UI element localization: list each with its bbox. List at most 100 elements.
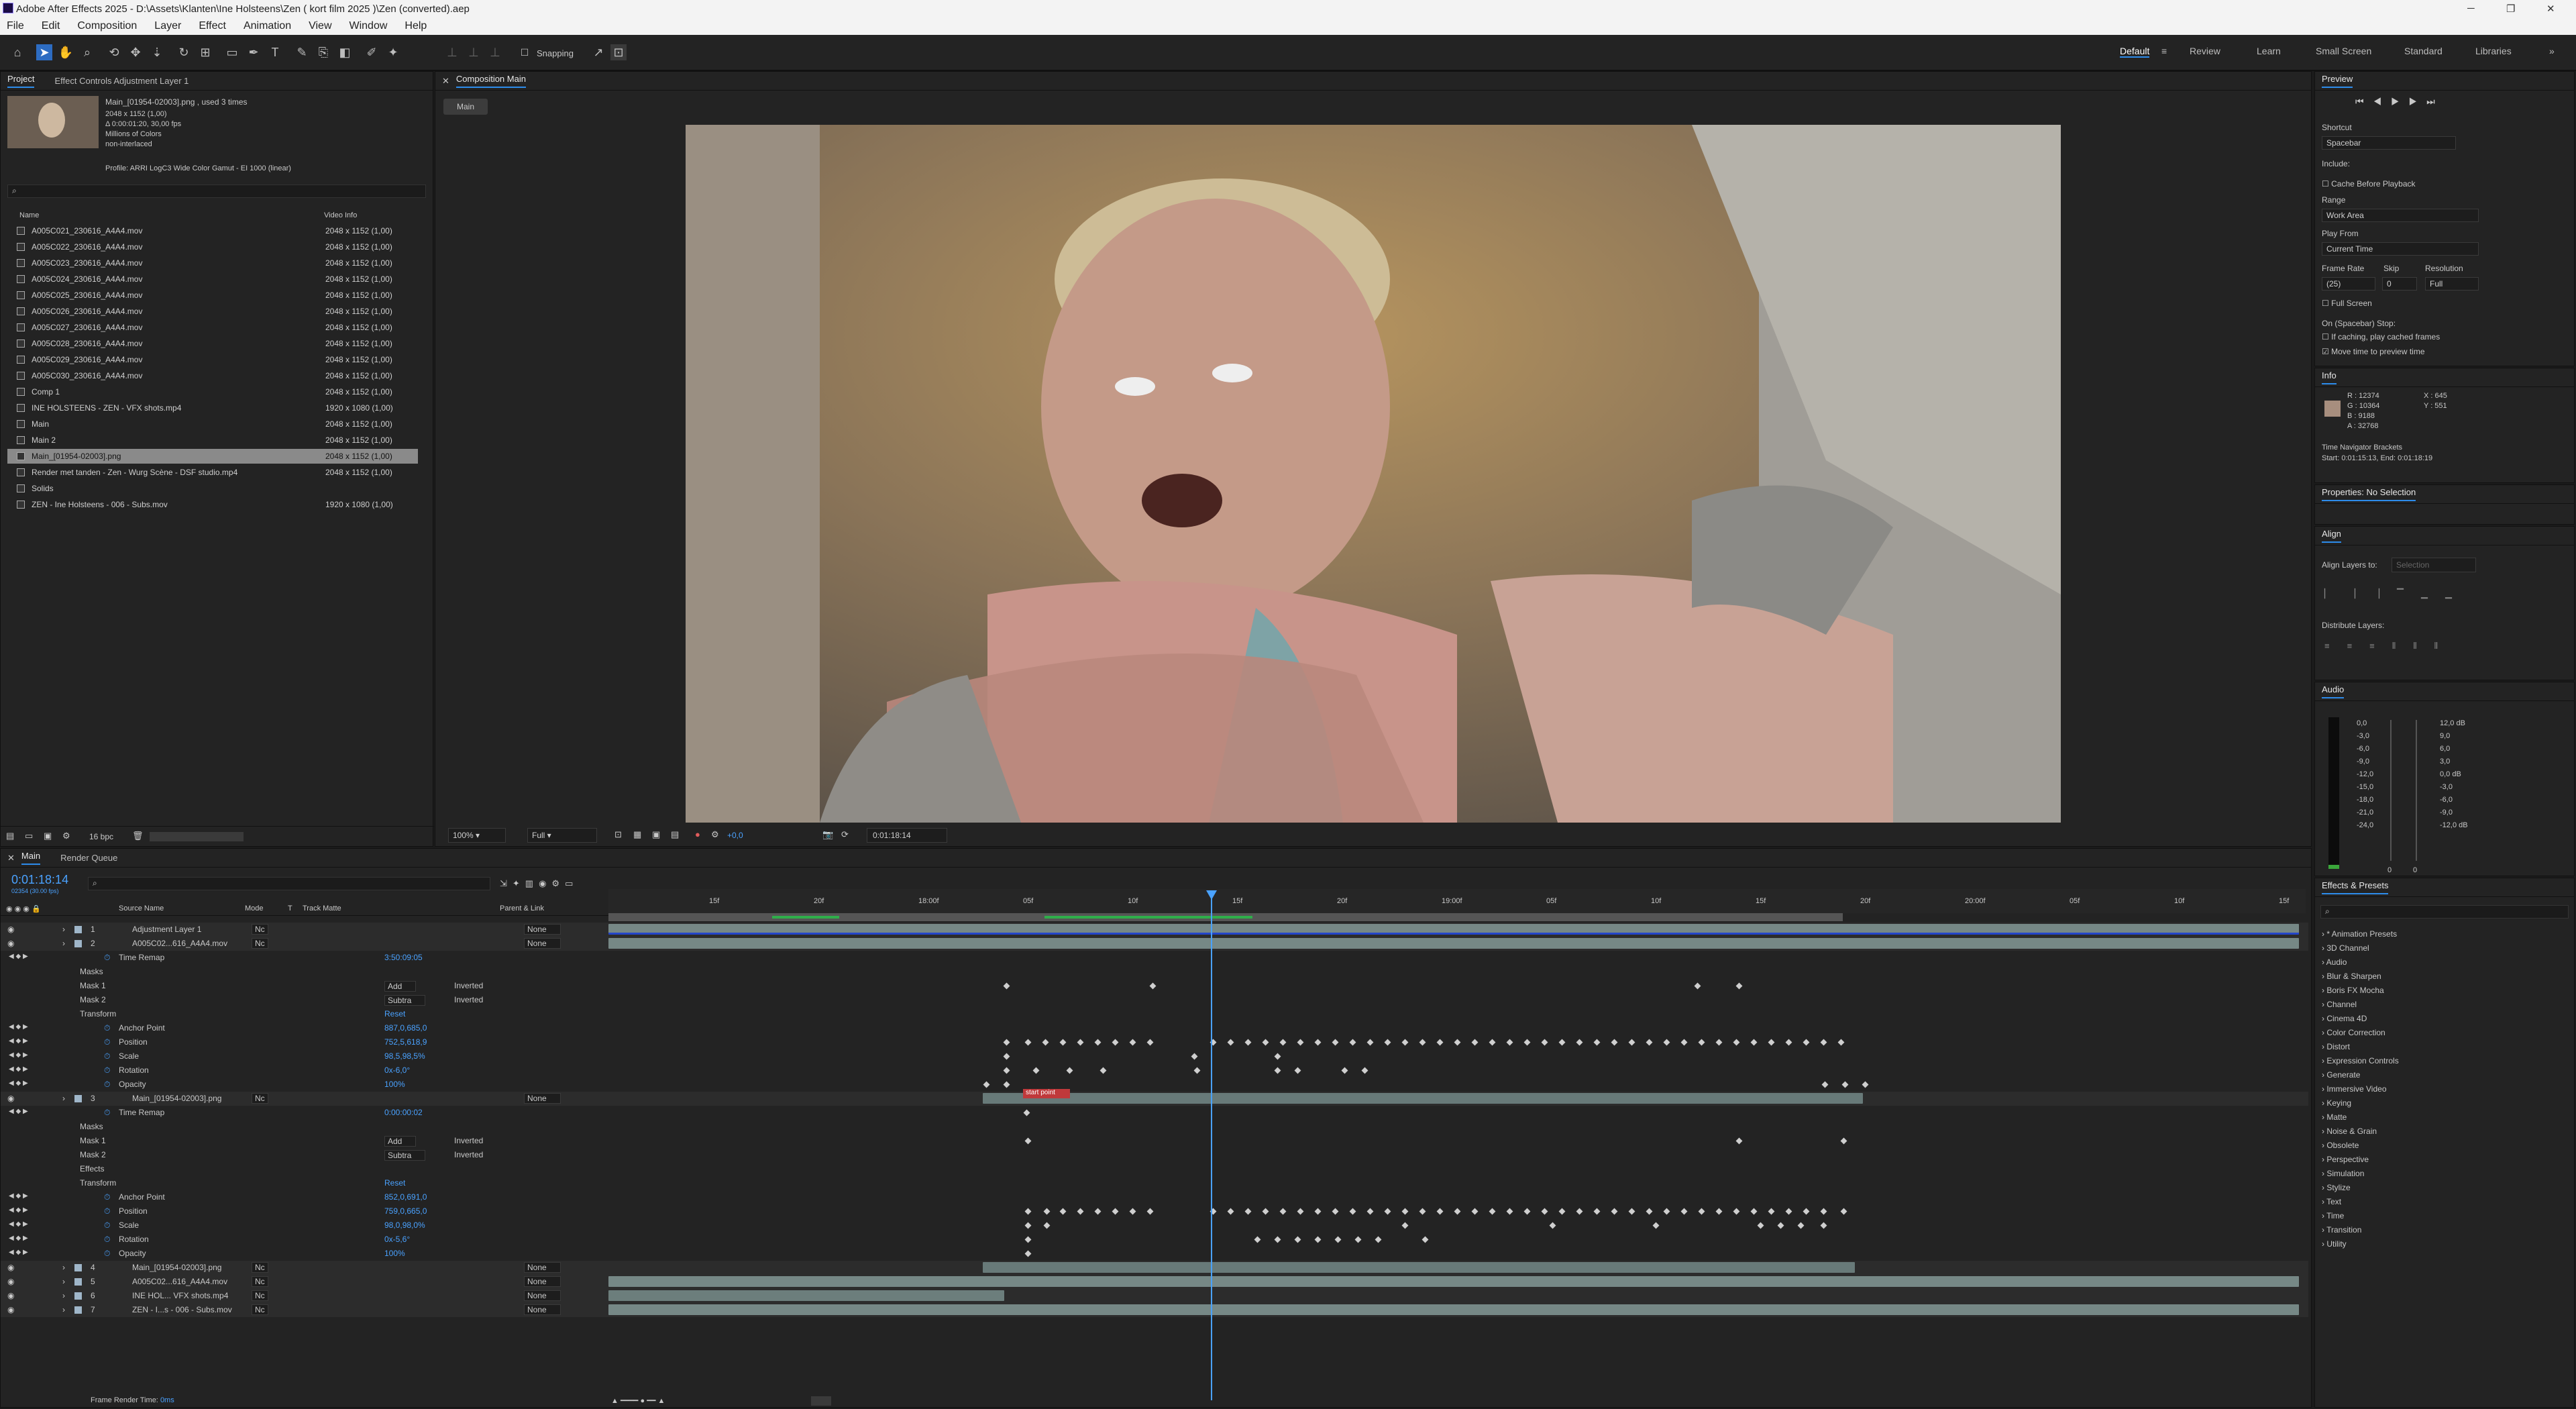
- parent-dropdown[interactable]: None: [524, 1093, 561, 1104]
- visibility-eye-icon[interactable]: ◉: [7, 1305, 14, 1314]
- shortcut-dropdown[interactable]: Spacebar: [2322, 136, 2456, 150]
- layer-mode-dropdown[interactable]: Nc: [252, 1276, 268, 1287]
- stopwatch-icon[interactable]: ⏱: [104, 1220, 110, 1231]
- effect-category[interactable]: › Utility: [2322, 1239, 2347, 1249]
- layer-duration-bar[interactable]: [608, 1276, 2299, 1287]
- snapping-checkbox[interactable]: ☐: [517, 44, 533, 60]
- dolly-tool-icon[interactable]: ⇣: [149, 44, 165, 60]
- stopwatch-icon[interactable]: ⏱: [104, 953, 110, 963]
- layer-duration-bar[interactable]: [608, 1290, 1004, 1301]
- stopwatch-icon[interactable]: ⏱: [104, 1023, 110, 1033]
- orbit-tool-icon[interactable]: ⟲: [106, 44, 122, 60]
- expand-chevron-icon[interactable]: ›: [62, 1305, 65, 1314]
- workspace-learn[interactable]: Learn: [2257, 46, 2281, 56]
- keyframe-nav-icon[interactable]: ◀ ◆ ▶: [9, 1108, 28, 1115]
- thumbnail-slider[interactable]: [150, 832, 244, 841]
- label-color-swatch[interactable]: [74, 1278, 82, 1286]
- menu-animation[interactable]: Animation: [244, 20, 291, 32]
- start-point-marker[interactable]: start point: [1023, 1089, 1070, 1098]
- property-value[interactable]: Reset: [384, 1178, 405, 1188]
- effect-category[interactable]: › Noise & Grain: [2322, 1127, 2377, 1136]
- anchor-tool-icon[interactable]: ⊞: [197, 44, 213, 60]
- layer-mode-dropdown[interactable]: Nc: [252, 924, 268, 935]
- property-row[interactable]: ◀ ◆ ▶ ⏱ Opacity 100%: [1, 1078, 2308, 1092]
- property-row[interactable]: Mask 2 Subtra Inverted: [1, 1148, 2308, 1162]
- mask-visibility-icon[interactable]: ▣: [652, 829, 660, 840]
- interpret-footage-icon[interactable]: ▤: [6, 831, 14, 841]
- tab-project[interactable]: Project: [7, 74, 35, 88]
- close-timeline-icon[interactable]: ✕: [7, 853, 15, 864]
- stopwatch-icon[interactable]: ⏱: [104, 1080, 110, 1090]
- label-color-swatch[interactable]: [74, 926, 82, 933]
- property-row[interactable]: ◀ ◆ ▶ ⏱ Time Remap 0:00:00:02: [1, 1106, 2308, 1120]
- expand-chevron-icon[interactable]: ›: [62, 1277, 65, 1286]
- property-value[interactable]: 852,0,691,0: [384, 1192, 427, 1202]
- col-source-name[interactable]: Source Name: [119, 904, 164, 912]
- effect-category[interactable]: › Cinema 4D: [2322, 1014, 2367, 1023]
- label-color-swatch[interactable]: [74, 1264, 82, 1271]
- stopwatch-icon[interactable]: ⏱: [104, 1249, 110, 1259]
- effect-category[interactable]: › Color Correction: [2322, 1028, 2385, 1037]
- property-value[interactable]: 98,0,98,0%: [384, 1220, 425, 1230]
- cache-checkbox[interactable]: ☐: [2322, 179, 2329, 189]
- effect-category[interactable]: › Obsolete: [2322, 1141, 2359, 1150]
- effect-category[interactable]: › Time: [2322, 1211, 2344, 1220]
- layer-duration-bar[interactable]: [608, 938, 2299, 949]
- project-item[interactable]: Main_[01954-02003].png 2048 x 1152 (1,00): [7, 449, 418, 464]
- type-tool-icon[interactable]: T: [267, 44, 283, 60]
- expand-chevron-icon[interactable]: ›: [62, 939, 65, 948]
- stopwatch-icon[interactable]: ⏱: [104, 1206, 110, 1216]
- close-tab-icon[interactable]: ✕: [442, 76, 449, 87]
- current-time-display[interactable]: 0:01:18:14: [867, 828, 947, 843]
- first-frame-icon[interactable]: ⏮: [2355, 96, 2373, 107]
- property-row[interactable]: ◀ ◆ ▶ ⏱ Rotation 0x-6,0°: [1, 1063, 2308, 1078]
- bit-depth[interactable]: 16 bpc: [89, 832, 113, 841]
- axis-icon[interactable]: ⊥: [444, 44, 460, 60]
- property-row[interactable]: Mask 1 Add Inverted: [1, 1134, 2308, 1148]
- parent-dropdown[interactable]: None: [524, 1304, 561, 1315]
- keyframe-nav-icon[interactable]: ◀ ◆ ▶: [9, 1235, 28, 1242]
- comp-breadcrumb[interactable]: Main: [443, 99, 488, 115]
- visibility-eye-icon[interactable]: ◉: [7, 1094, 14, 1103]
- property-row[interactable]: ◀ ◆ ▶ ⏱ Opacity 100%: [1, 1247, 2308, 1261]
- selection-tool-icon[interactable]: ➤: [36, 44, 52, 60]
- label-color-swatch[interactable]: [74, 1292, 82, 1300]
- keyframe-nav-icon[interactable]: ◀ ◆ ▶: [9, 1206, 28, 1214]
- skip-dropdown[interactable]: 0: [2382, 277, 2417, 291]
- project-item[interactable]: Solids: [7, 481, 418, 496]
- menu-layer[interactable]: Layer: [154, 20, 181, 32]
- label-color-swatch[interactable]: [74, 1095, 82, 1102]
- project-item[interactable]: ZEN - Ine Holsteens - 006 - Subs.mov 1920…: [7, 497, 418, 512]
- property-row[interactable]: ◀ ◆ ▶ ⏱ Rotation 0x-5,6°: [1, 1233, 2308, 1247]
- keyframe-nav-icon[interactable]: ◀ ◆ ▶: [9, 1037, 28, 1045]
- pen-tool-icon[interactable]: ✒: [246, 44, 262, 60]
- menu-view[interactable]: View: [309, 20, 331, 32]
- zoom-tool-icon[interactable]: ⌕: [79, 44, 95, 60]
- layer-mode-dropdown[interactable]: Nc: [252, 1290, 268, 1301]
- property-value[interactable]: Reset: [384, 1009, 405, 1019]
- layer-mode-dropdown[interactable]: Nc: [252, 1093, 268, 1104]
- workspace-default[interactable]: Default: [2120, 46, 2150, 58]
- property-value[interactable]: 100%: [384, 1249, 405, 1258]
- visibility-eye-icon[interactable]: ◉: [7, 939, 14, 948]
- menu-effect[interactable]: Effect: [199, 20, 226, 32]
- playfrom-dropdown[interactable]: Current Time: [2322, 242, 2479, 256]
- property-value[interactable]: 759,0,665,0: [384, 1206, 427, 1216]
- pan-tool-icon[interactable]: ✥: [127, 44, 144, 60]
- align-buttons[interactable]: ▏▕▕▔▁▁: [2324, 588, 2469, 599]
- stopwatch-icon[interactable]: ⏱: [104, 1192, 110, 1202]
- col-t[interactable]: T: [288, 904, 292, 912]
- region-of-interest-icon[interactable]: ⊡: [614, 829, 622, 840]
- col-track-matte[interactable]: Track Matte: [303, 904, 341, 912]
- roto-brush-icon[interactable]: ✐: [364, 44, 380, 60]
- distribute-buttons[interactable]: ≡≡≡⫴⫴⫴: [2324, 641, 2455, 651]
- visibility-eye-icon[interactable]: ◉: [7, 925, 14, 934]
- movetime-checkbox[interactable]: ☑: [2322, 347, 2329, 356]
- resolution-dropdown[interactable]: Full ▾: [527, 828, 597, 843]
- project-item[interactable]: A005C027_230616_A4A4.mov 2048 x 1152 (1,0…: [7, 320, 418, 335]
- keyframe-nav-icon[interactable]: ◀ ◆ ▶: [9, 1065, 28, 1073]
- layer-mode-dropdown[interactable]: Nc: [252, 938, 268, 949]
- ifcaching-checkbox[interactable]: ☐: [2322, 332, 2329, 342]
- snapshot-icon[interactable]: 📷: [822, 829, 833, 840]
- project-item[interactable]: A005C026_230616_A4A4.mov 2048 x 1152 (1,0…: [7, 304, 418, 319]
